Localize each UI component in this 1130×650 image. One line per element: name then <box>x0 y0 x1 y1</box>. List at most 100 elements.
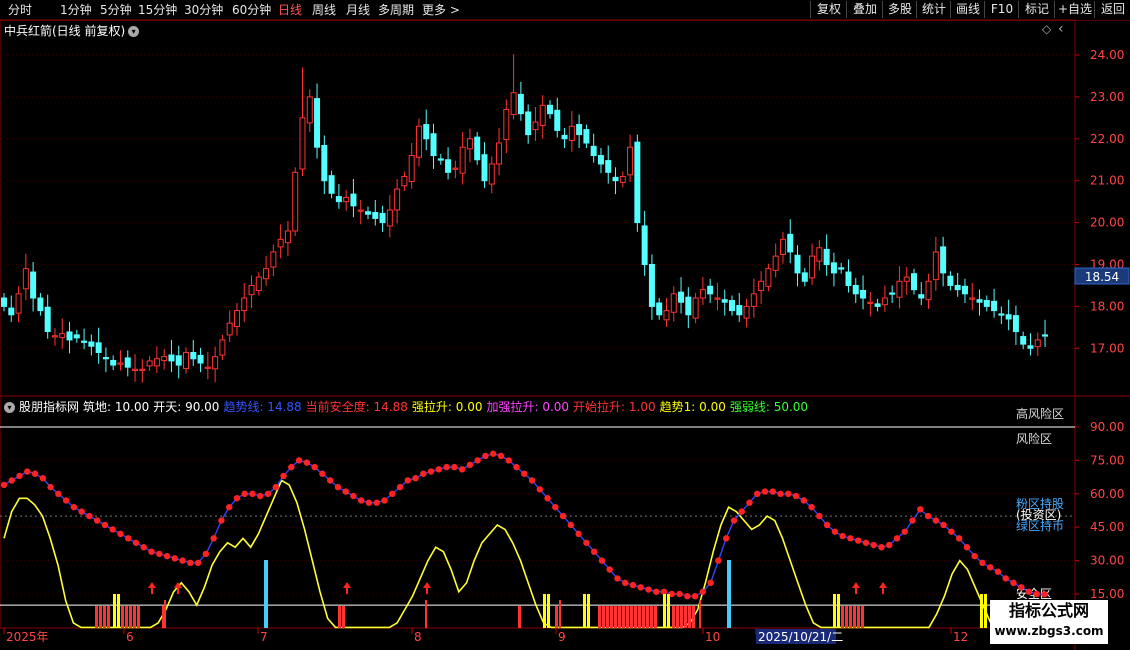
candle-body-135 <box>983 300 990 307</box>
candle-body-119 <box>867 301 874 304</box>
signal-bar-4-4 <box>342 606 345 628</box>
signal-bar-2-12 <box>133 606 136 628</box>
candle-body-16 <box>117 362 124 365</box>
candle-body-136 <box>991 300 998 312</box>
candle-body-117 <box>852 284 859 295</box>
candle-body-57 <box>415 125 422 158</box>
safety-dot-80 <box>622 579 629 587</box>
candle-body-48 <box>350 193 357 207</box>
candle-body-52 <box>379 212 386 224</box>
candle-body-131 <box>954 284 961 291</box>
safety-dot-76 <box>590 548 598 555</box>
safety-dot-32 <box>249 490 256 497</box>
safety-dot-103 <box>800 497 808 504</box>
date-label-5: 10 <box>705 630 720 644</box>
zone-risk: 风险区 <box>1016 431 1052 446</box>
candle-body-98 <box>714 297 721 300</box>
safety-dot-88 <box>684 593 691 600</box>
signal-bar-11-0 <box>672 606 675 628</box>
safety-dot-87 <box>676 590 683 598</box>
safety-dot-16 <box>125 535 132 542</box>
safety-dot-83 <box>645 586 652 593</box>
signal-bar-13-4 <box>845 606 848 628</box>
safety-dot-112 <box>870 541 877 549</box>
candle-body-34 <box>248 284 255 296</box>
signal-bar-9-8 <box>606 606 609 628</box>
candle-body-70 <box>510 92 517 115</box>
candle-body-39 <box>284 230 291 244</box>
candle-body-14 <box>102 357 109 360</box>
safety-dot-123 <box>955 535 963 542</box>
watermark: 指标公式网 www.zbgs3.com <box>990 600 1108 644</box>
candle-body-10 <box>73 334 80 339</box>
candle-body-85 <box>619 176 626 183</box>
safety-dot-31 <box>241 490 248 497</box>
safety-dot-57 <box>443 463 450 471</box>
candle-body-58 <box>423 124 430 140</box>
candle-body-53 <box>386 209 393 227</box>
candle-body-8 <box>59 333 66 338</box>
safety-dot-77 <box>598 557 606 564</box>
safety-dot-127 <box>986 564 994 571</box>
candle-body-113 <box>823 248 830 265</box>
candle-body-116 <box>845 271 852 286</box>
indicator-menu-icon[interactable]: ▾ <box>4 402 15 413</box>
safety-dot-95 <box>738 508 745 515</box>
price-axis-label-0: 24.00 <box>1090 48 1124 62</box>
signal-bar-13-8 <box>849 606 852 628</box>
safety-dot-33 <box>257 492 264 500</box>
indicator-panel-frame <box>0 395 1076 629</box>
safety-dot-22 <box>171 555 179 562</box>
safety-dot-37 <box>288 463 295 471</box>
signal-bar-11-16 <box>688 606 691 628</box>
price-chart[interactable]: 24.0023.0022.0021.0020.0019.0018.0017.00… <box>0 0 1130 650</box>
price-axis-label-7: 17.00 <box>1090 341 1124 355</box>
candle-body-66 <box>481 154 488 182</box>
candle-body-28 <box>204 366 211 369</box>
signal-bar-0-4 <box>99 606 102 628</box>
date-label-1: 6 <box>126 630 134 644</box>
safety-dot-52 <box>404 477 411 484</box>
signal-bar-9-16 <box>614 606 617 628</box>
cyan-spike-1 <box>727 560 731 628</box>
candle-body-141 <box>1027 345 1034 349</box>
candle-body-82 <box>597 155 604 165</box>
safety-dot-14 <box>109 526 116 533</box>
candle-body-67 <box>488 163 495 185</box>
safety-dot-84 <box>653 588 660 595</box>
candle-body-43 <box>314 98 321 148</box>
safety-dot-19 <box>148 548 155 555</box>
safety-dot-13 <box>101 521 109 529</box>
safety-dot-98 <box>761 488 769 495</box>
candle-body-63 <box>459 146 466 174</box>
signal-bar-12-0 <box>833 594 836 628</box>
candle-body-50 <box>365 211 371 215</box>
signal-bar-1-4 <box>117 594 120 628</box>
candle-body-104 <box>758 280 765 291</box>
candle-body-75 <box>547 104 553 115</box>
safety-dot-17 <box>132 539 140 546</box>
safety-dot-124 <box>963 544 971 551</box>
candle-body-61 <box>445 159 452 173</box>
signal-bar-9-36 <box>634 606 637 628</box>
candle-body-91 <box>663 310 670 321</box>
candle-body-126 <box>918 294 925 299</box>
candle-body-84 <box>612 176 619 182</box>
signal-bar-9-52 <box>650 606 653 628</box>
candle-body-19 <box>139 368 146 371</box>
diamond-icon: ◇ <box>1042 22 1052 36</box>
signal-bar-10-4 <box>667 594 670 628</box>
safety-dot-23 <box>179 557 186 564</box>
ind-axis-label-2: 60.00 <box>1090 487 1124 501</box>
safety-dot-6 <box>47 483 54 491</box>
safety-dot-81 <box>629 581 637 589</box>
signal-bar-9-24 <box>622 606 625 628</box>
candle-body-81 <box>590 145 597 157</box>
candle-body-45 <box>328 175 335 194</box>
safety-dot-60 <box>466 461 474 469</box>
candle-body-1 <box>8 307 15 316</box>
candle-body-31 <box>226 322 233 336</box>
candle-body-40 <box>292 171 299 232</box>
candle-body-133 <box>969 297 976 300</box>
safety-dot-55 <box>427 468 435 475</box>
